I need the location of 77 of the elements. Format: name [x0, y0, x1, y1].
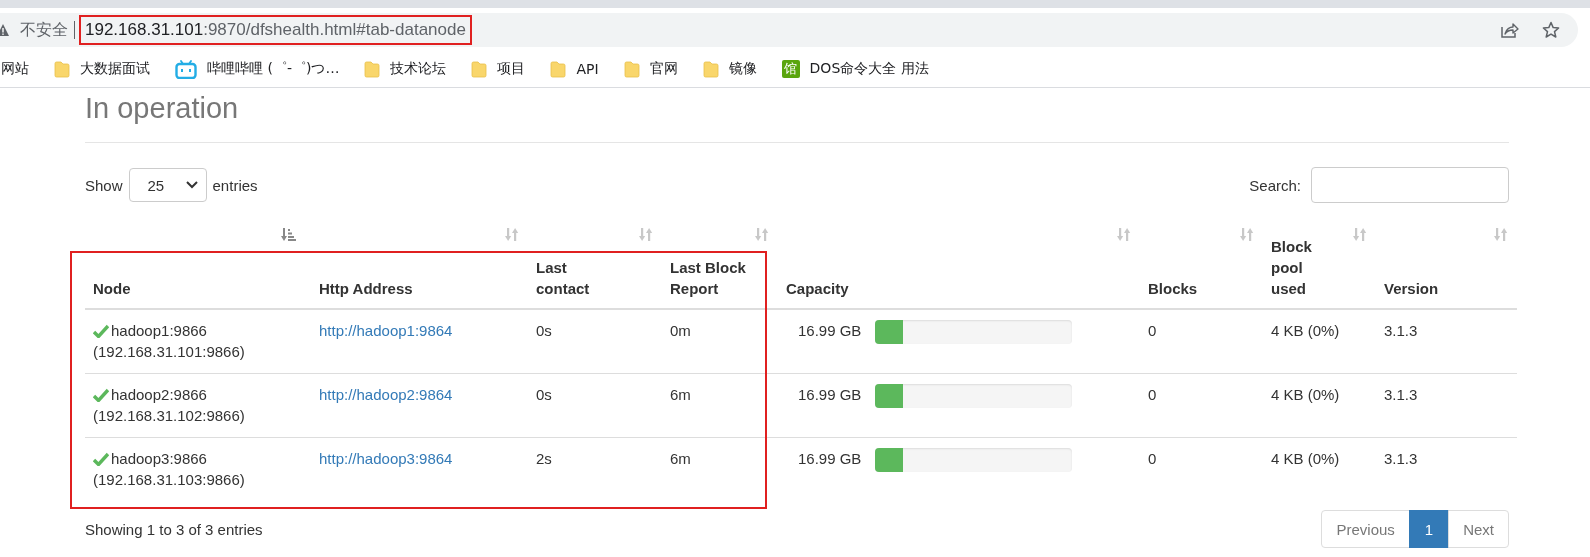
- column-header[interactable]: Http Address: [319, 278, 413, 299]
- bookmark-item[interactable]: 技术论坛: [364, 60, 447, 78]
- warning-icon: [0, 22, 10, 37]
- block-pool-used: 4 KB (0%): [1271, 322, 1340, 339]
- url-text[interactable]: 192.168.31.101:9870/dfshealth.html#tab-datanode: [79, 14, 472, 45]
- sort-icon[interactable]: [639, 228, 654, 241]
- http-address-link[interactable]: http://hadoop2:9864: [319, 386, 453, 403]
- node-name: hadoop3:9866: [111, 449, 207, 469]
- folder-icon: [702, 60, 719, 78]
- table-info: Showing 1 to 3 of 3 entries: [85, 520, 263, 538]
- bookmark-item[interactable]: 项目: [471, 60, 526, 78]
- version: 3.1.3: [1384, 386, 1418, 403]
- capacity-value: 16.99 GB: [798, 449, 862, 469]
- folder-icon: [54, 60, 70, 78]
- column-header[interactable]: Node: [93, 278, 131, 299]
- sort-ascending-icon[interactable]: [281, 228, 296, 241]
- sort-icon[interactable]: [1494, 228, 1509, 241]
- folder-icon: [623, 60, 640, 78]
- column-header[interactable]: Capacity: [786, 278, 849, 299]
- app-icon: 馆: [781, 60, 800, 78]
- folder-icon: [364, 60, 381, 78]
- http-address-link[interactable]: http://hadoop3:9864: [319, 450, 453, 467]
- node-address: (192.168.31.101:9866): [93, 342, 246, 362]
- share-icon[interactable]: [1500, 20, 1520, 39]
- address-bar[interactable]: 不安全 192.168.31.101:9870/dfshealth.html#tab-datanode: [0, 12, 1578, 47]
- blocks-count: 0: [1148, 322, 1157, 339]
- column-header[interactable]: Last Block Report: [670, 257, 756, 299]
- folder-icon: [550, 60, 567, 78]
- node-address: (192.168.31.103:9866): [93, 470, 246, 490]
- column-header[interactable]: Version: [1384, 278, 1439, 299]
- security-label[interactable]: 不安全: [20, 20, 75, 39]
- last-block-report: 6m: [670, 386, 691, 403]
- column-header[interactable]: Blocks: [1148, 278, 1198, 299]
- entries-select[interactable]: 25: [128, 168, 207, 202]
- page-button[interactable]: Previous: [1321, 510, 1410, 548]
- show-label: Show: [85, 176, 123, 194]
- last-contact: 2s: [536, 450, 552, 467]
- blocks-count: 0: [1148, 386, 1157, 403]
- version: 3.1.3: [1384, 322, 1418, 339]
- sort-icon[interactable]: [1240, 228, 1255, 241]
- version: 3.1.3: [1384, 450, 1418, 467]
- bookmark-item[interactable]: 网站: [1, 60, 29, 78]
- bookmark-item[interactable]: 大数据面试: [54, 60, 150, 78]
- bookmark-item[interactable]: API: [550, 60, 599, 78]
- bookmark-item[interactable]: 哔哩哔哩 (゜-゜)つ…: [175, 59, 340, 79]
- sort-icon[interactable]: [1117, 228, 1132, 241]
- node-address: (192.168.31.102:9866): [93, 406, 246, 426]
- tv-icon: [175, 59, 197, 79]
- sort-icon[interactable]: [755, 228, 770, 241]
- entries-label: entries: [212, 176, 258, 194]
- last-block-report: 0m: [670, 322, 691, 339]
- capacity-value: 16.99 GB: [798, 321, 862, 341]
- sort-icon[interactable]: [1353, 228, 1368, 241]
- node-name: hadoop1:9866: [111, 321, 207, 341]
- bookmark-item[interactable]: 官网: [623, 60, 678, 78]
- star-icon[interactable]: [1542, 20, 1560, 39]
- column-header[interactable]: Block pool used: [1271, 236, 1321, 299]
- capacity-value: 16.99 GB: [798, 385, 862, 405]
- search-label: Search:: [1249, 176, 1301, 194]
- last-block-report: 6m: [670, 450, 691, 467]
- search-field[interactable]: [1311, 167, 1509, 203]
- page-button[interactable]: Next: [1448, 510, 1509, 548]
- page-button[interactable]: 1: [1408, 510, 1450, 548]
- last-contact: 0s: [536, 322, 552, 339]
- sort-icon[interactable]: [505, 228, 520, 241]
- node-name: hadoop2:9866: [111, 385, 207, 405]
- http-address-link[interactable]: http://hadoop1:9864: [319, 322, 453, 339]
- bookmark-item[interactable]: 镜像: [702, 60, 757, 78]
- folder-icon: [471, 60, 488, 78]
- chevron-down-icon: [185, 181, 198, 189]
- bookmark-item[interactable]: 馆 DOS命令大全 用法: [781, 60, 929, 78]
- block-pool-used: 4 KB (0%): [1271, 450, 1340, 467]
- last-contact: 0s: [536, 386, 552, 403]
- blocks-count: 0: [1148, 450, 1157, 467]
- section-title: In operation: [85, 91, 240, 126]
- block-pool-used: 4 KB (0%): [1271, 386, 1340, 403]
- column-header[interactable]: Last contact: [536, 257, 606, 299]
